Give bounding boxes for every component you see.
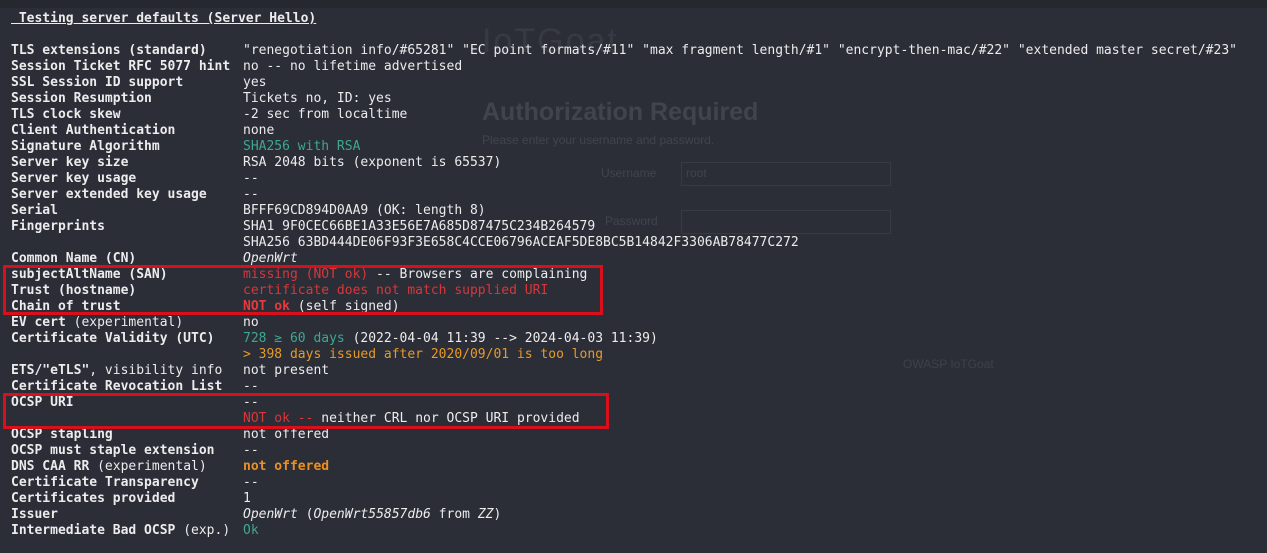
label: OCSP stapling xyxy=(11,427,113,442)
label: Common Name (CN) xyxy=(11,251,137,266)
label: Serial xyxy=(11,203,58,218)
row-signature-algorithm: Signature Algorithm SHA256 with RSA xyxy=(11,139,360,155)
issuer-close: ) xyxy=(493,507,502,522)
label: TLS extensions (standard) xyxy=(11,43,207,58)
issuer-country: ZZ xyxy=(477,507,494,522)
background-password-input xyxy=(681,210,891,234)
row-ocsp-stapling: OCSP stapling not offered xyxy=(11,427,329,443)
background-username-input xyxy=(681,162,891,186)
value: > 398 days issued after 2020/09/01 is to… xyxy=(243,347,604,362)
value: SHA256 63BD444DE06F93F3E658C4CCE06796ACE… xyxy=(243,235,799,250)
value: "renegotiation info/#65281" "EC point fo… xyxy=(243,43,1237,58)
background-subtitle: Please enter your username and password. xyxy=(482,133,715,147)
label: OCSP must staple extension xyxy=(11,443,215,458)
label: Client Authentication xyxy=(11,123,176,138)
section-heading: Testing server defaults (Server Hello) xyxy=(11,11,317,26)
row-validity-warning: > 398 days issued after 2020/09/01 is to… xyxy=(11,347,603,363)
row-fingerprints-sha256: SHA256 63BD444DE06F93F3E658C4CCE06796ACE… xyxy=(11,235,799,251)
label-note: (experimental) xyxy=(89,459,207,474)
row-tls-extensions: TLS extensions (standard) "renegotiation … xyxy=(11,43,1237,59)
row-dns-caa: DNS CAA RR (experimental) not offered xyxy=(11,459,329,475)
highlight-box-san-trust-chain xyxy=(3,265,603,315)
value: Tickets no, ID: yes xyxy=(243,91,392,106)
label: Certificate Transparency xyxy=(11,475,199,490)
value: not offered xyxy=(243,427,330,442)
row-issuer: Issuer OpenWrt (OpenWrt55857db6 from ZZ) xyxy=(11,507,501,523)
value: SHA256 with RSA xyxy=(243,139,361,154)
row-ext-key-usage: Server extended key usage -- xyxy=(11,187,316,203)
row-validity: Certificate Validity (UTC) 728 ≥ 60 days … xyxy=(11,331,658,347)
label-note: (exp.) xyxy=(175,523,231,538)
label: Server key usage xyxy=(11,171,137,186)
background-title: Authorization Required xyxy=(482,98,759,126)
background-username-label: Username xyxy=(601,166,657,180)
row-session-id: SSL Session ID support yes xyxy=(11,75,316,91)
value: none xyxy=(243,123,275,138)
value: -- xyxy=(243,475,259,490)
value: no -- no lifetime advertised xyxy=(243,59,463,74)
label: Server extended key usage xyxy=(11,187,207,202)
value: SHA1 9F0CEC66BE1A33E56E7A685D87475C234B2… xyxy=(243,219,596,234)
value: RSA 2048 bits (exponent is 65537) xyxy=(243,155,502,170)
highlight-box-ocsp xyxy=(3,393,609,429)
label: EV cert xyxy=(11,315,66,330)
row-key-usage: Server key usage -- xyxy=(11,171,316,187)
value: yes xyxy=(243,75,267,90)
value: -- xyxy=(243,171,259,186)
row-bad-ocsp: Intermediate Bad OCSP (exp.) Ok xyxy=(11,523,316,539)
value: -- xyxy=(243,187,259,202)
issuer-id: OpenWrt55857db6 xyxy=(313,507,431,522)
background-footer: OWASP IoTGoat xyxy=(903,357,994,371)
label: ETS/"eTLS" xyxy=(11,363,90,378)
background-username-value: root xyxy=(686,166,707,180)
issuer-name: OpenWrt xyxy=(243,507,298,522)
issuer-from: from xyxy=(430,507,478,522)
label: Issuer xyxy=(11,507,58,522)
label: Certificate Revocation List xyxy=(11,379,223,394)
row-serial: Serial BFFF69CD894D0AA9 (OK: length 8) xyxy=(11,203,486,219)
label-note: (experimental) xyxy=(65,315,184,330)
label: Server key size xyxy=(11,155,129,170)
row-cert-transparency: Certificate Transparency -- xyxy=(11,475,316,491)
value-range: (2022-04-04 11:39 --> 2024-04-03 11:39) xyxy=(344,331,658,346)
row-session-resumption: Session Resumption Tickets no, ID: yes xyxy=(11,91,392,107)
row-must-staple: OCSP must staple extension -- xyxy=(11,443,316,459)
label: Certificates provided xyxy=(11,491,176,506)
row-clock-skew: TLS clock skew -2 sec from localtime xyxy=(11,107,407,123)
label: TLS clock skew xyxy=(11,107,121,122)
row-session-ticket: Session Ticket RFC 5077 hint no -- no lif… xyxy=(11,59,462,75)
value-days: 728 ≥ 60 days xyxy=(243,331,345,346)
label: Fingerprints xyxy=(11,219,105,234)
value: not offered xyxy=(243,459,330,474)
row-fingerprints: Fingerprints SHA1 9F0CEC66BE1A33E56E7A685… xyxy=(11,219,595,235)
issuer-sep: ( xyxy=(297,507,314,522)
label: Session Resumption xyxy=(11,91,152,106)
label: Session Ticket RFC 5077 hint xyxy=(11,59,231,74)
value: Ok xyxy=(243,523,259,538)
label: Intermediate Bad OCSP xyxy=(11,523,176,538)
value: 1 xyxy=(243,491,251,506)
row-key-size: Server key size RSA 2048 bits (exponent i… xyxy=(11,155,501,171)
row-certs-provided: Certificates provided 1 xyxy=(11,491,316,507)
top-bar xyxy=(0,0,1267,8)
row-client-auth: Client Authentication none xyxy=(11,123,316,139)
row-ev-cert: EV cert (experimental) no xyxy=(11,315,316,331)
value: not present xyxy=(243,363,330,378)
value: -2 sec from localtime xyxy=(243,107,408,122)
value: no xyxy=(243,315,259,330)
background-password-label: Password xyxy=(605,214,658,228)
label-note: , visibility info xyxy=(89,363,223,378)
label: Certificate Validity (UTC) xyxy=(11,331,215,346)
value: BFFF69CD894D0AA9 (OK: length 8) xyxy=(243,203,486,218)
label: DNS CAA RR xyxy=(11,459,90,474)
label: SSL Session ID support xyxy=(11,75,184,90)
row-etls: ETS/"eTLS", visibility info not present xyxy=(11,363,329,379)
label: Signature Algorithm xyxy=(11,139,160,154)
value: -- xyxy=(243,443,259,458)
